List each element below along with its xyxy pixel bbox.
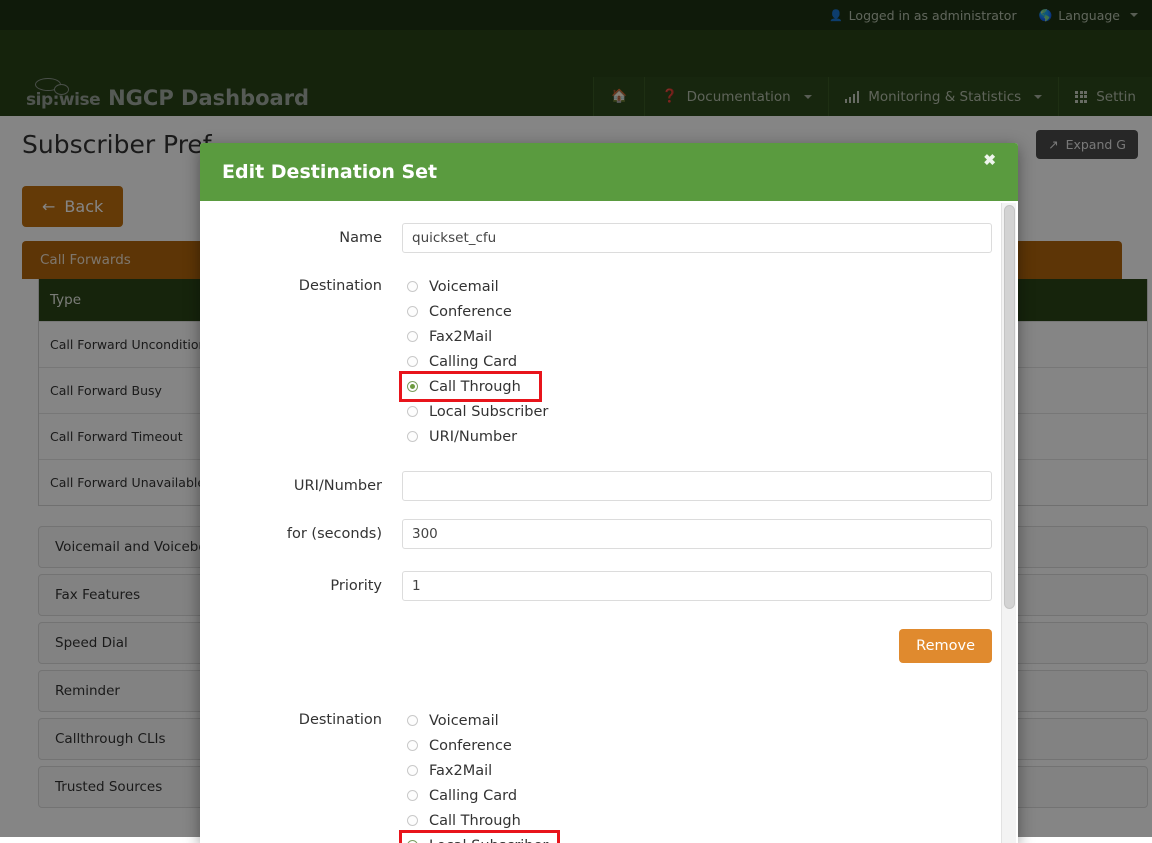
radio-option-uri-number[interactable]: URI/Number [402, 424, 992, 449]
destination-radio-group-1: Voicemail Conference Fax2Mail Calling Ca… [402, 271, 992, 449]
radio-label: Call Through [429, 813, 521, 829]
radio-option-local-subscriber[interactable]: Local Subscriber [402, 399, 992, 424]
field-row-seconds: for (seconds) [226, 519, 992, 549]
radio2-option-fax2mail[interactable]: Fax2Mail [402, 758, 992, 783]
radio-icon [407, 431, 418, 442]
radio-icon [407, 765, 418, 776]
radio2-option-voicemail[interactable]: Voicemail [402, 708, 992, 733]
for-seconds-input[interactable] [402, 519, 992, 549]
edit-destination-set-dialog: Edit Destination Set ✖ Name Destination … [200, 143, 1018, 843]
radio2-option-calling-card[interactable]: Calling Card [402, 783, 992, 808]
radio-icon-selected [407, 381, 418, 392]
radio-label: Voicemail [429, 713, 499, 729]
label-priority: Priority [226, 571, 402, 595]
radio-option-call-through[interactable]: Call Through [402, 374, 539, 399]
close-icon[interactable]: ✖ [977, 152, 1002, 169]
destination-radio-group-2: Voicemail Conference Fax2Mail Calling Ca… [402, 705, 992, 843]
radio-label: Conference [429, 738, 512, 754]
radio-label: Voicemail [429, 279, 499, 295]
radio-option-calling-card[interactable]: Calling Card [402, 349, 992, 374]
radio-icon [407, 740, 418, 751]
radio-icon [407, 715, 418, 726]
radio-option-conference[interactable]: Conference [402, 299, 992, 324]
label-name: Name [226, 223, 402, 247]
radio-icon [407, 406, 418, 417]
field-row-uri: URI/Number [226, 471, 992, 501]
radio-icon [407, 790, 418, 801]
radio2-option-conference[interactable]: Conference [402, 733, 992, 758]
radio-label: Local Subscriber [429, 838, 548, 843]
destination-1-actions: Remove [402, 629, 992, 663]
modal-scrollbar[interactable]: ▲ [1001, 203, 1016, 843]
radio-label: Conference [429, 304, 512, 320]
modal-title: Edit Destination Set [222, 161, 437, 183]
radio-label: Calling Card [429, 788, 517, 804]
modal-body: Name Destination Voicemail Conference [200, 201, 1018, 843]
label-uri: URI/Number [226, 471, 402, 495]
label-destination-1: Destination [226, 271, 402, 295]
radio-label: Fax2Mail [429, 763, 492, 779]
radio-label: Fax2Mail [429, 329, 492, 345]
field-row-destination-1: Destination Voicemail Conference Fax2Mai… [226, 271, 992, 449]
radio-icon [407, 331, 418, 342]
radio-label: Local Subscriber [429, 404, 548, 420]
field-row-destination-2: Destination Voicemail Conference Fax2Mai… [226, 705, 992, 843]
radio-icon [407, 306, 418, 317]
name-input[interactable] [402, 223, 992, 253]
radio-option-fax2mail[interactable]: Fax2Mail [402, 324, 992, 349]
radio-icon [407, 281, 418, 292]
remove-button[interactable]: Remove [899, 629, 992, 663]
priority-input[interactable] [402, 571, 992, 601]
radio-label: Calling Card [429, 354, 517, 370]
radio-icon [407, 356, 418, 367]
uri-number-input[interactable] [402, 471, 992, 501]
label-destination-2: Destination [226, 705, 402, 729]
scrollbar-thumb[interactable] [1004, 205, 1015, 609]
radio-option-voicemail[interactable]: Voicemail [402, 274, 992, 299]
modal-header: Edit Destination Set ✖ [200, 143, 1018, 201]
radio-icon [407, 815, 418, 826]
radio-label: URI/Number [429, 429, 517, 445]
label-seconds: for (seconds) [226, 519, 402, 543]
field-row-priority: Priority [226, 571, 992, 601]
radio-label: Call Through [429, 379, 521, 395]
field-row-name: Name [226, 223, 992, 253]
radio2-option-local-subscriber[interactable]: Local Subscriber [402, 833, 557, 843]
radio2-option-call-through[interactable]: Call Through [402, 808, 992, 833]
